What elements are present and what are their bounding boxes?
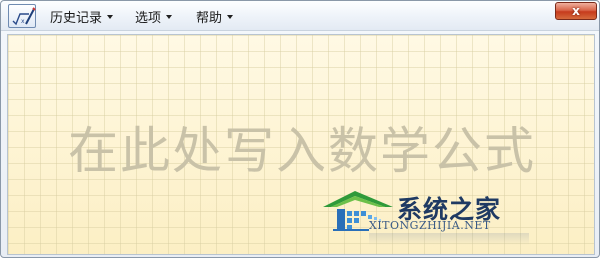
close-icon: x [572, 4, 580, 18]
svg-text:x: x [21, 18, 25, 25]
menu-history[interactable]: 历史记录 [50, 7, 114, 26]
math-input-app-icon[interactable]: x [8, 4, 36, 28]
close-button[interactable]: x [555, 2, 597, 20]
writing-area-placeholder: 在此处写入数学公式 [68, 122, 536, 180]
menu-history-label: 历史记录 [50, 10, 103, 26]
menu-help[interactable]: 帮助 [196, 7, 234, 26]
watermark-reflection [369, 233, 529, 245]
math-input-panel-window: x 历史记录 选项 帮助 x 在此处写入数学公式 系统之家 XITONGZHIJ… [0, 0, 600, 258]
menu-help-label: 帮助 [196, 10, 223, 26]
chevron-down-icon [107, 15, 114, 19]
watermark-url: XITONGZHIJIA.NET [369, 219, 491, 232]
menu-options[interactable]: 选项 [135, 7, 173, 26]
menu-bar: x 历史记录 选项 帮助 x [1, 1, 599, 31]
chevron-down-icon [166, 15, 173, 19]
chevron-down-icon [227, 15, 234, 19]
site-watermark: 系统之家 XITONGZHIJIA.NET [319, 187, 529, 253]
menu-options-label: 选项 [135, 10, 162, 26]
